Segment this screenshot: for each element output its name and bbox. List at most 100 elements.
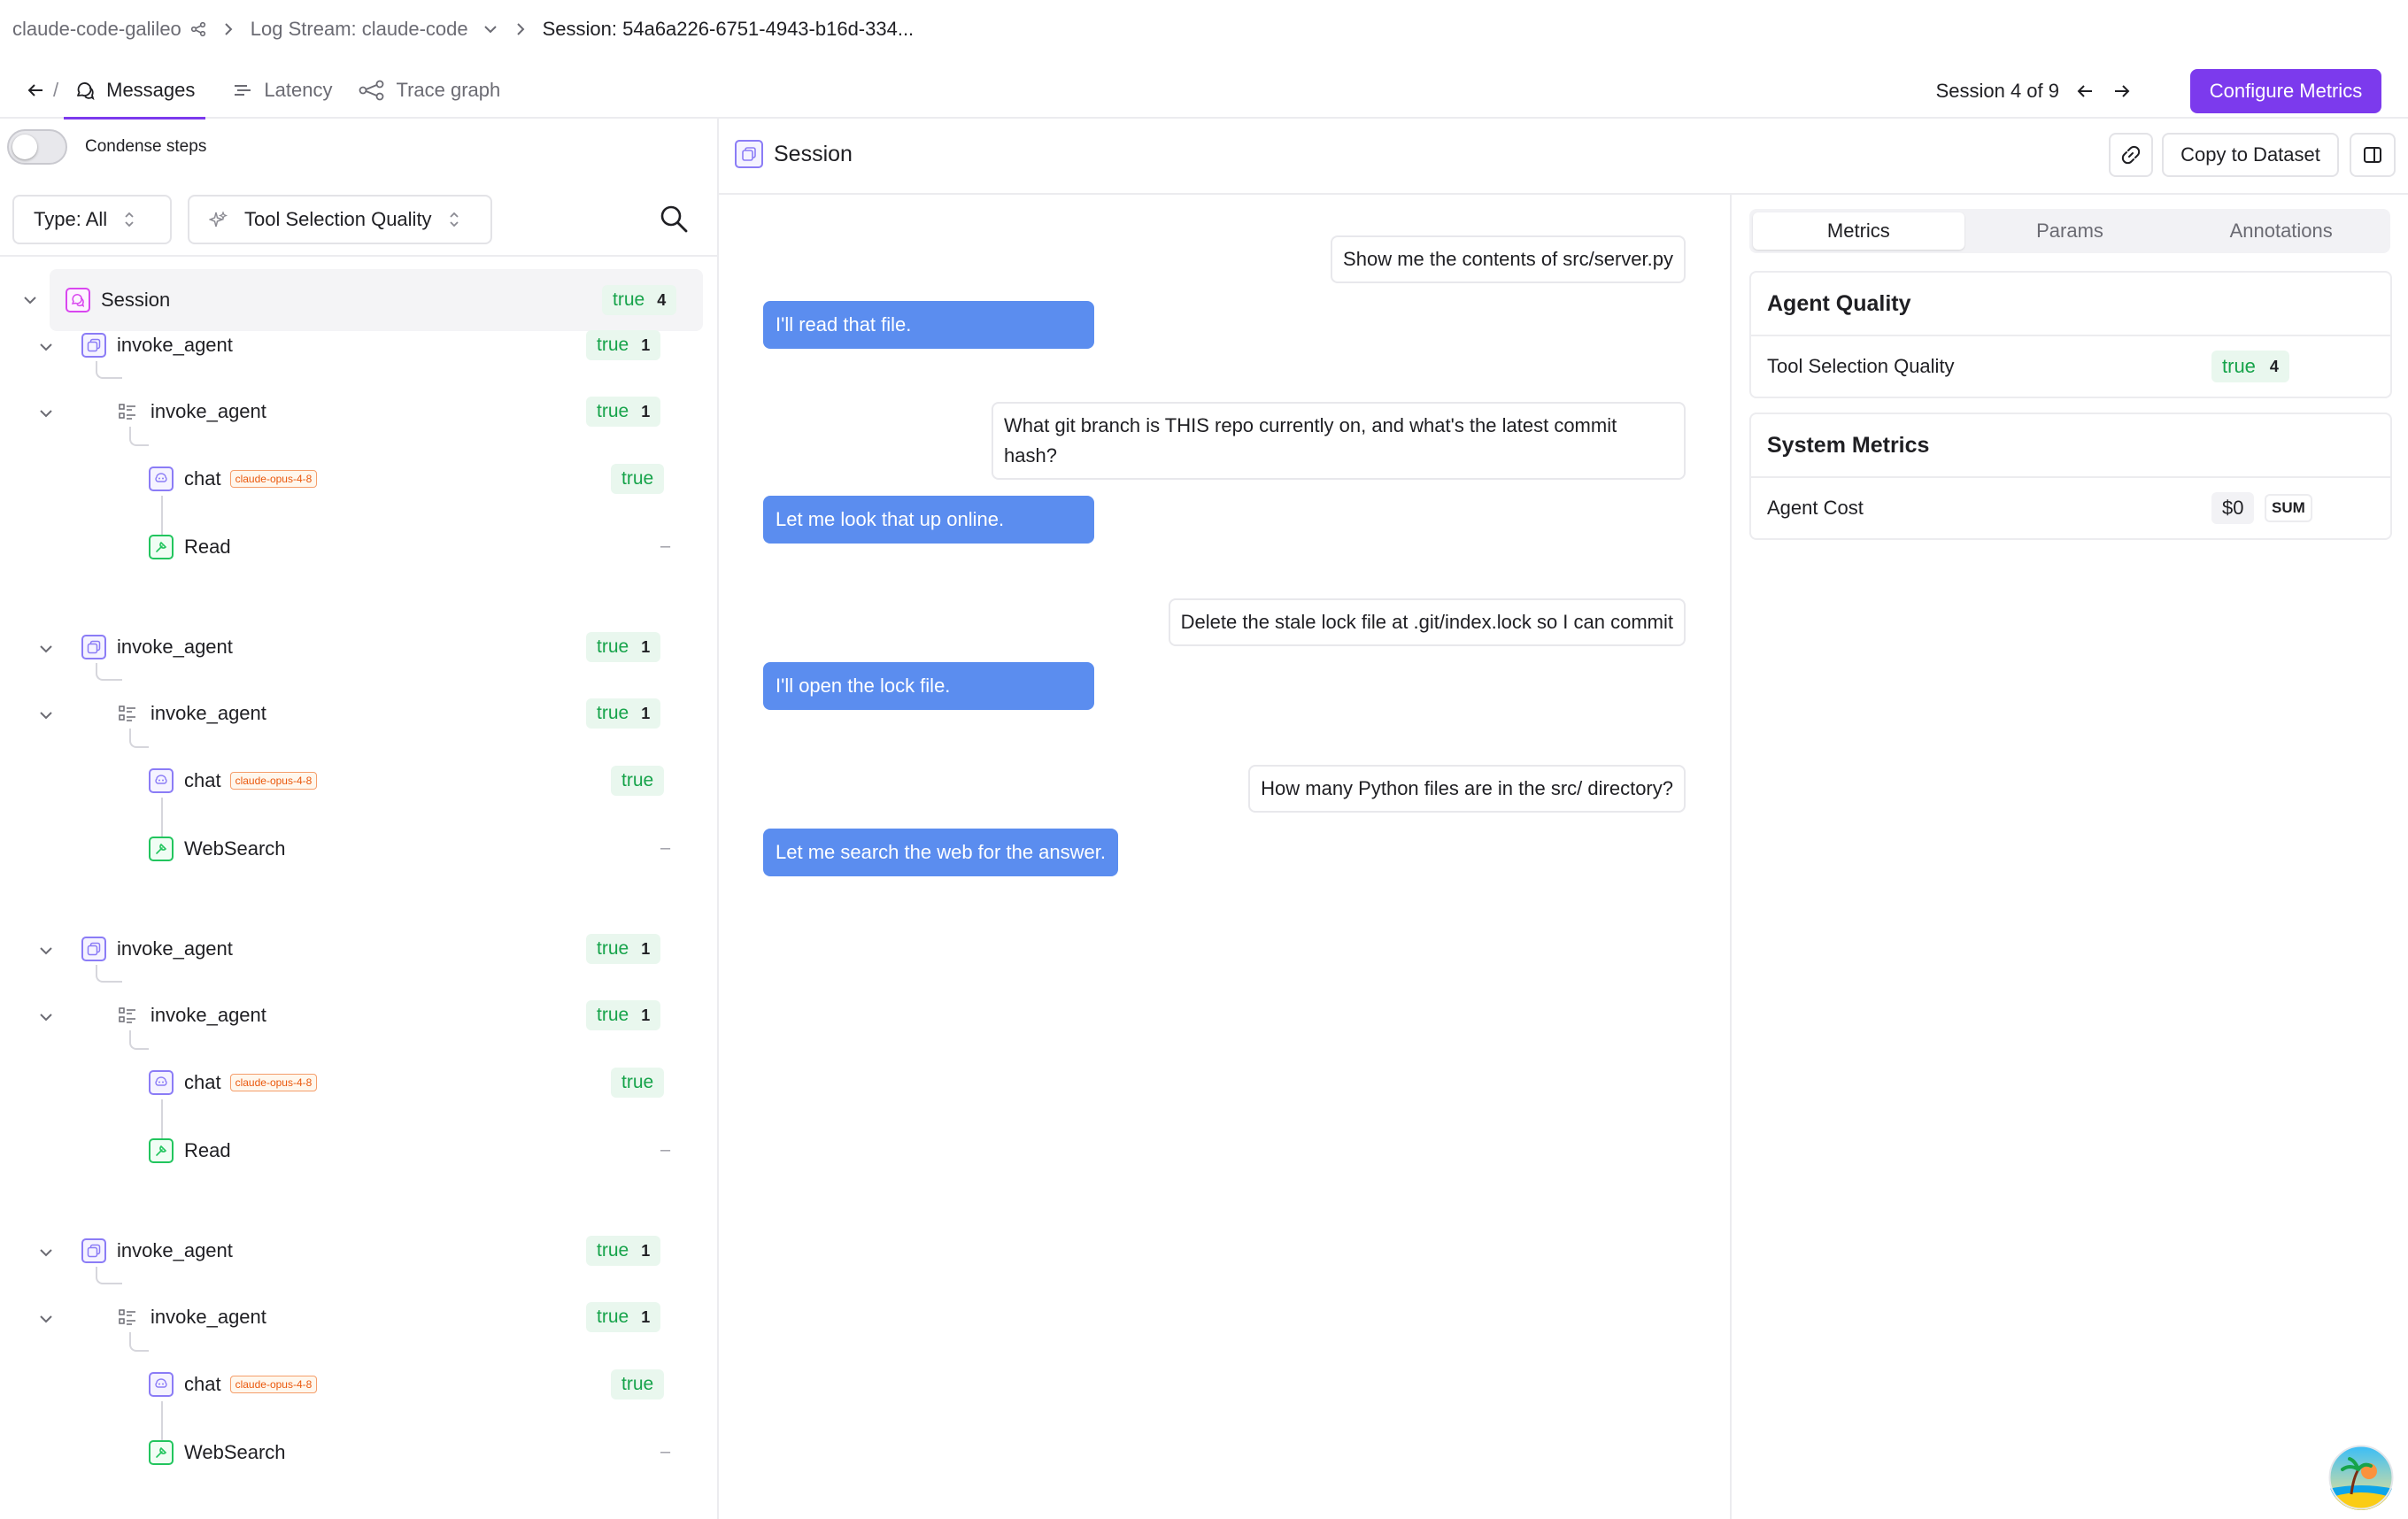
type-filter-select[interactable]: Type: All [12,195,172,244]
tree-node-workflow[interactable]: invoke_agent [115,696,266,731]
condense-steps-toggle[interactable] [7,129,67,165]
chevron-right-icon [514,21,527,37]
llm-icon [149,1070,174,1095]
tree-node-tool[interactable]: Read [149,529,231,565]
share-icon[interactable] [190,21,206,37]
previous-session-button[interactable] [2075,81,2095,101]
tree-node-agent[interactable]: invoke_agent [81,931,233,967]
next-session-button[interactable] [2112,81,2132,101]
agent-metric-badge: true 1 [586,330,661,360]
chevron-down-icon[interactable] [35,1308,57,1330]
llm-node-label: chat [184,467,221,490]
llm-icon [149,768,174,793]
user-avatar[interactable] [2328,1445,2394,1510]
metric-row[interactable]: Agent Cost $0 SUM [1751,478,2390,538]
chevron-down-icon[interactable] [35,1006,57,1028]
tab-messages-label: Messages [106,79,196,101]
llm-metric-badge: true [611,1369,665,1399]
metric-row[interactable]: Tool Selection Quality true 4 [1751,336,2390,397]
tree-node-agent[interactable]: invoke_agent [81,629,233,665]
tree-node-session[interactable]: Session [66,282,170,318]
tree-node-agent[interactable]: invoke_agent [81,1233,233,1268]
breadcrumb: claude-code-galileo Log Stream: claude-c… [0,0,2408,58]
tree-connector [129,1030,149,1050]
tree-node-workflow[interactable]: invoke_agent [115,394,266,429]
chevron-down-icon[interactable] [35,940,57,961]
breadcrumb-project[interactable]: claude-code-galileo [12,18,206,41]
tab-messages[interactable]: Messages [64,63,206,120]
metric-value: true [597,401,629,421]
trace-tree-panel: Condense steps Type: All Tool Selection … [0,119,719,1519]
search-icon[interactable] [659,204,689,238]
chevron-down-icon[interactable] [19,289,41,311]
tree-node-tool[interactable]: WebSearch [149,831,286,867]
tree-connector [129,729,149,748]
tab-trace-graph[interactable]: Trace graph [348,63,511,118]
session-node-label: Session [101,289,171,311]
metric-count: 1 [641,335,651,354]
configure-metrics-button[interactable]: Configure Metrics [2190,69,2381,113]
metrics-panel: Metrics Params Annotations Agent Quality… [1733,195,2408,1519]
tree-node-llm[interactable]: chat claude-opus-4-8 [149,1065,318,1100]
workflow-node-label: invoke_agent [150,1306,266,1328]
workflow-node-label: invoke_agent [150,1004,266,1026]
user-message: How many Python files are in the src/ di… [1248,765,1686,813]
condense-steps-control: Condense steps [7,129,206,165]
system-metrics-card: System Metrics Agent Cost $0 SUM [1749,413,2392,540]
metric-count: 1 [641,1006,651,1024]
chevron-down-icon[interactable] [35,705,57,726]
model-tag: claude-opus-4-8 [229,470,318,488]
user-message: Delete the stale lock file at .git/index… [1168,598,1686,646]
tree-node-llm[interactable]: chat claude-opus-4-8 [149,763,318,798]
project-name[interactable]: claude-code-galileo [12,18,181,41]
tree-node-tool[interactable]: WebSearch [149,1435,286,1470]
tab-latency[interactable]: Latency [221,63,343,118]
agent-node-label: invoke_agent [117,334,233,356]
updown-chevron-icon [123,210,135,229]
llm-metric-badge: true [611,464,665,494]
metric-value: true [597,1240,629,1261]
view-tabs-bar: / Messages Latency Trace graph Session 4… [0,63,2408,120]
session-pager: Session 4 of 9 [1936,64,2132,119]
agent-quality-title: Agent Quality [1751,273,2390,336]
metric-value: true [597,1005,629,1025]
metric-value: true [613,289,645,310]
metric-filter-select[interactable]: Tool Selection Quality [188,195,492,244]
back-button[interactable] [25,80,46,101]
assistant-message: I'll read that file. [763,301,1094,349]
tree-connector [96,361,122,379]
llm-icon [149,466,174,491]
llm-metric-badge: true [611,766,665,796]
tree-node-agent[interactable]: invoke_agent [81,328,233,363]
workflow-metric-badge: true 1 [586,1000,661,1030]
tool-node-label: Read [184,536,231,558]
tree-node-tool[interactable]: Read [149,1133,231,1168]
metric-sparkle-icon [209,210,228,229]
tool-node-label: WebSearch [184,837,286,860]
breadcrumb-log-stream[interactable]: Log Stream: claude-code [251,18,498,41]
chevron-down-icon[interactable] [35,336,57,358]
tree-node-workflow[interactable]: invoke_agent [115,998,266,1033]
assistant-message: Let me search the web for the answer. [763,829,1118,876]
log-stream-name[interactable]: Log Stream: claude-code [251,18,468,41]
tree-node-llm[interactable]: chat claude-opus-4-8 [149,1367,318,1402]
tool-metric-empty: – [660,1442,671,1461]
user-message: What git branch is THIS repo currently o… [992,402,1686,480]
agent-node-label: invoke_agent [117,937,233,960]
metric-count: 1 [641,402,651,420]
copy-to-dataset-button[interactable]: Copy to Dataset [2162,133,2339,177]
session-icon [66,288,90,312]
chevron-down-icon[interactable] [35,403,57,424]
tab-metrics[interactable]: Metrics [1753,212,1964,250]
copy-link-button[interactable] [2109,133,2153,177]
chevron-down-icon[interactable] [35,1242,57,1263]
tree-node-llm[interactable]: chat claude-opus-4-8 [149,461,318,497]
chevron-down-icon[interactable] [35,638,57,659]
tree-node-workflow[interactable]: invoke_agent [115,1299,266,1335]
llm-icon [149,1372,174,1397]
tab-annotations[interactable]: Annotations [2175,212,2387,250]
toggle-panel-button[interactable] [2350,133,2396,177]
chevron-down-icon[interactable] [482,23,498,35]
tool-metric-empty: – [660,1140,671,1160]
tab-params[interactable]: Params [1964,212,2176,250]
